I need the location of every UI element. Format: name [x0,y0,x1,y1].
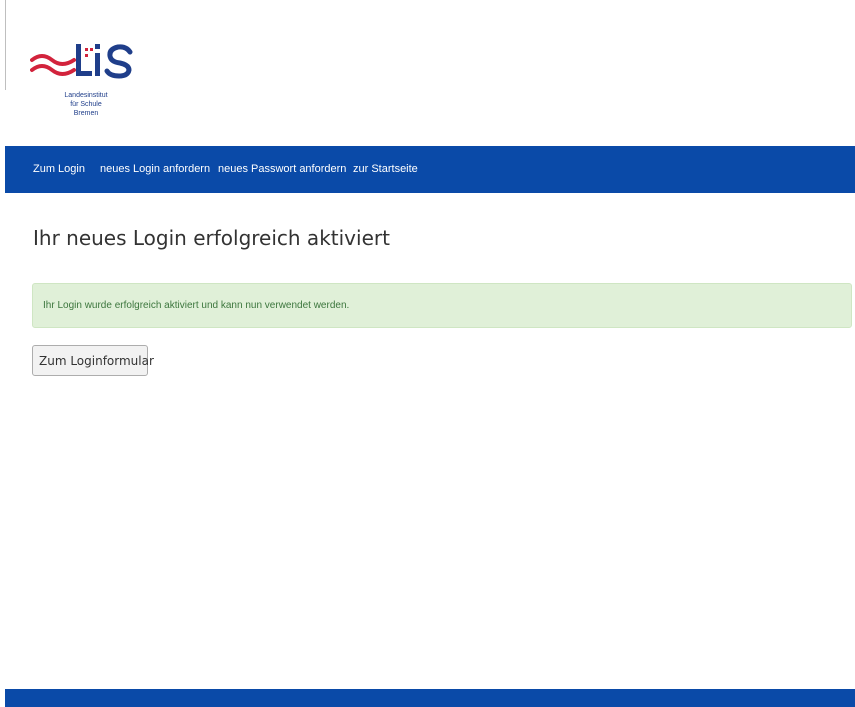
left-edge-rule [5,0,6,90]
success-alert: Ihr Login wurde erfolgreich aktiviert un… [32,283,852,328]
logo-caption-line-3: Bremen [73,110,99,117]
nav-item-zum-login[interactable]: Zum Login [33,146,85,193]
lis-logo-mark [30,44,133,79]
footer-bar [5,689,855,707]
logo-caption-line-1: Landesinstitut [64,92,108,99]
lis-logo: Landesinstitut für Schule Bremen [30,40,150,126]
logo-caption-line-2: für Schule [70,101,102,108]
nav-item-neues-passwort-anfordern[interactable]: neues Passwort anfordern [218,146,346,193]
lis-logo-caption: Landesinstitut für Schule Bremen [50,91,122,118]
nav-item-neues-login-anfordern[interactable]: neues Login anfordern [100,146,210,193]
success-alert-text: Ihr Login wurde erfolgreich aktiviert un… [43,300,350,311]
main-navbar: Zum Login neues Login anfordern neues Pa… [5,146,855,193]
nav-item-zur-startseite[interactable]: zur Startseite [353,146,418,193]
zum-loginformular-button[interactable]: Zum Loginformular [32,345,154,376]
page-title: Ihr neues Login erfolgreich aktiviert [33,226,390,250]
